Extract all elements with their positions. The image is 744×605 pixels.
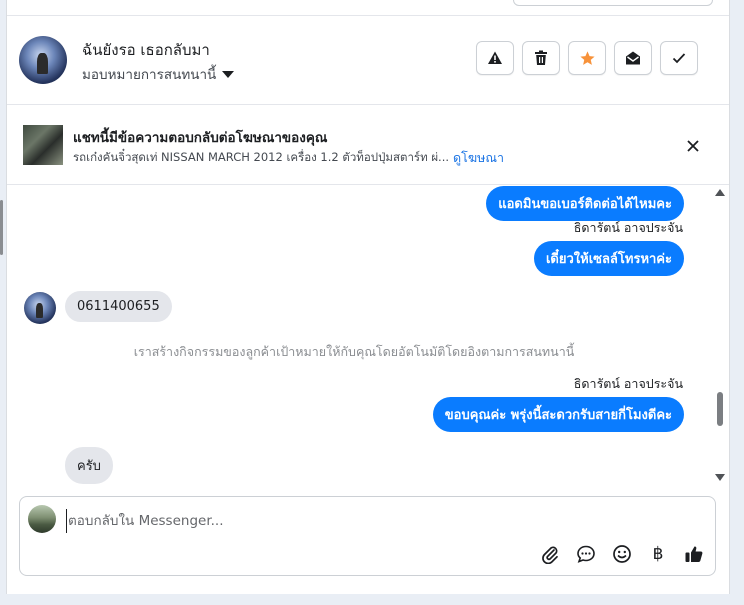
payment-button[interactable]: ฿: [647, 543, 669, 565]
scroll-thumb[interactable]: [717, 392, 723, 426]
envelope-open-icon: [626, 51, 640, 65]
ad-banner-title: แชทนี้มีข้อความตอบกลับต่อโฆษณาของคุณ: [73, 130, 328, 146]
warning-icon: [488, 51, 502, 64]
thread-scrollbar[interactable]: [712, 185, 726, 485]
top-strip: [7, 0, 729, 16]
conversation-panel: ฉันยังรอ เธอกลับมา มอบหมายการสนทนานี้ แช…: [6, 0, 730, 594]
conversation-header: ฉันยังรอ เธอกลับมา มอบหมายการสนทนานี้: [7, 16, 729, 105]
check-icon: [672, 53, 686, 64]
send-like-button[interactable]: [683, 543, 705, 565]
contact-avatar-small[interactable]: [24, 292, 56, 324]
composer-tools: ฿: [539, 543, 705, 565]
page-avatar: [28, 505, 56, 533]
message-outgoing[interactable]: ขอบคุณค่ะ พรุ่งนี้สะดวกรับสายกี่โมงดีคะ: [432, 397, 684, 432]
baht-icon: ฿: [652, 544, 664, 564]
thumbs-up-icon: [685, 546, 703, 562]
search-field-partial[interactable]: [513, 0, 713, 6]
ad-reply-banner: แชทนี้มีข้อความตอบกลับต่อโฆษณาของคุณ รถเ…: [7, 105, 729, 185]
message-incoming[interactable]: 0611400655: [65, 291, 172, 322]
header-actions: [476, 41, 698, 75]
close-banner-button[interactable]: [683, 136, 703, 156]
paperclip-icon: [542, 546, 558, 564]
spam-button[interactable]: [476, 41, 514, 75]
reply-input[interactable]: [66, 509, 670, 533]
star-icon: [579, 50, 595, 65]
emoji-button[interactable]: [611, 543, 633, 565]
reply-composer: ฿: [19, 496, 716, 576]
attach-button[interactable]: [539, 543, 561, 565]
contact-avatar[interactable]: [19, 36, 67, 84]
speech-bubble-icon: [577, 545, 595, 563]
scroll-up-arrow-icon[interactable]: [715, 189, 725, 196]
assign-label: มอบหมายการสนทนานี้: [82, 67, 217, 83]
message-outgoing[interactable]: แอดมินขอเบอร์ติดต่อได้ไหมคะ: [486, 186, 684, 221]
assign-conversation-dropdown[interactable]: มอบหมายการสนทนานี้: [82, 63, 235, 85]
trash-icon: [535, 50, 547, 65]
scroll-down-arrow-icon[interactable]: [715, 474, 725, 481]
saved-replies-button[interactable]: [575, 543, 597, 565]
message-thread[interactable]: แอดมินขอเบอร์ติดต่อได้ไหมคะ ธิดารัตน์ อา…: [7, 185, 729, 490]
ad-thumbnail[interactable]: [23, 125, 63, 165]
emoji-icon: [613, 545, 631, 563]
caret-down-icon: [222, 70, 235, 78]
message-sender-name: ธิดารัตน์ อาจประจัน: [573, 220, 683, 235]
mark-unread-button[interactable]: [614, 41, 652, 75]
message-sender-name: ธิดารัตน์ อาจประจัน: [573, 376, 683, 391]
mark-done-button[interactable]: [660, 41, 698, 75]
message-outgoing[interactable]: เดี๋ยวให้เซลล์โทรหาค่ะ: [533, 241, 684, 276]
contact-name[interactable]: ฉันยังรอ เธอกลับมา: [82, 38, 210, 62]
view-ad-link[interactable]: ดูโฆษณา: [453, 148, 504, 168]
outer-scrollbar[interactable]: [0, 200, 3, 255]
ad-description: รถเก๋งคันจิ๋วสุดเท่ NISSAN MARCH 2012 เค…: [73, 150, 450, 164]
close-icon: [687, 140, 699, 152]
star-button[interactable]: [568, 41, 606, 75]
message-incoming[interactable]: ครับ: [65, 447, 113, 484]
system-note: เราสร้างกิจกรรมของลูกค้าเป้าหมายให้กับคุ…: [133, 344, 575, 359]
delete-button[interactable]: [522, 41, 560, 75]
